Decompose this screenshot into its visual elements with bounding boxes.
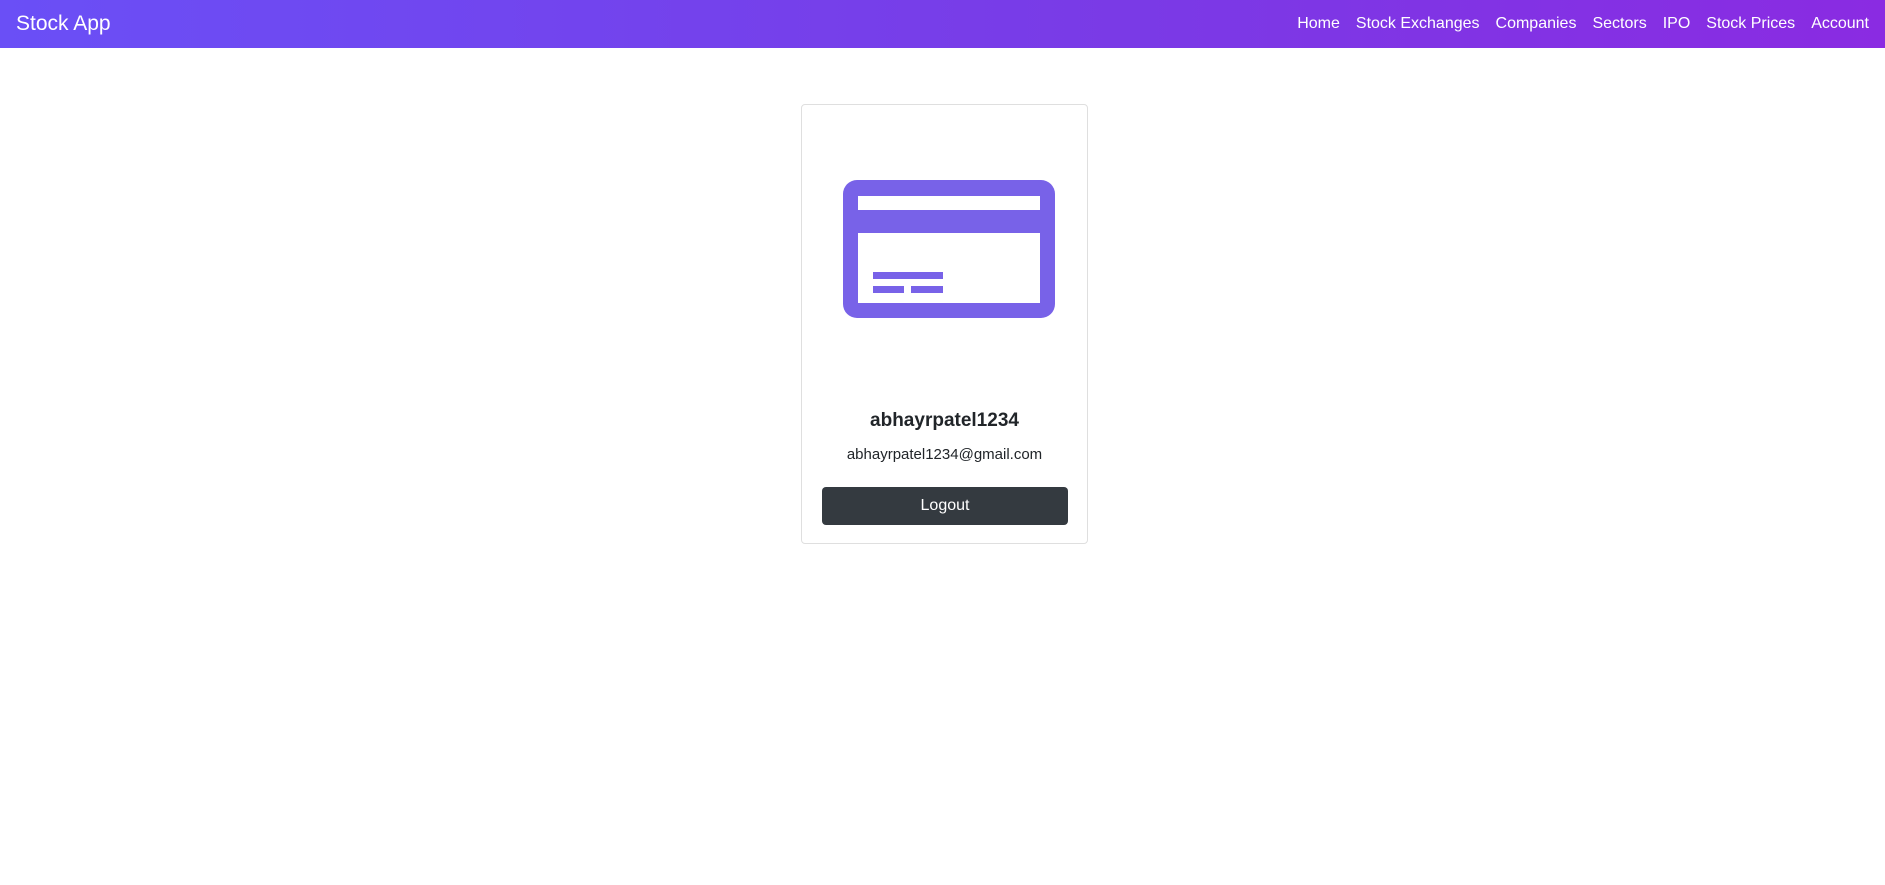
nav-links: Home Stock Exchanges Companies Sectors I… — [1297, 15, 1869, 33]
username: abhayrpatel1234 — [870, 410, 1019, 431]
account-card: abhayrpatel1234 abhayrpatel1234@gmail.co… — [801, 104, 1088, 544]
nav-link-stock-exchanges[interactable]: Stock Exchanges — [1356, 15, 1480, 33]
nav-link-account[interactable]: Account — [1811, 15, 1869, 33]
nav-link-ipo[interactable]: IPO — [1663, 15, 1691, 33]
navbar: Stock App Home Stock Exchanges Companies… — [0, 0, 1885, 48]
nav-link-home[interactable]: Home — [1297, 15, 1340, 33]
nav-link-companies[interactable]: Companies — [1496, 15, 1577, 33]
main-content: abhayrpatel1234 abhayrpatel1234@gmail.co… — [0, 48, 1885, 885]
credit-card-icon — [843, 180, 1055, 318]
nav-link-stock-prices[interactable]: Stock Prices — [1706, 15, 1795, 33]
logout-button[interactable]: Logout — [822, 487, 1068, 525]
brand-link[interactable]: Stock App — [16, 12, 111, 36]
nav-link-sectors[interactable]: Sectors — [1592, 15, 1646, 33]
email: abhayrpatel1234@gmail.com — [846, 446, 1043, 463]
